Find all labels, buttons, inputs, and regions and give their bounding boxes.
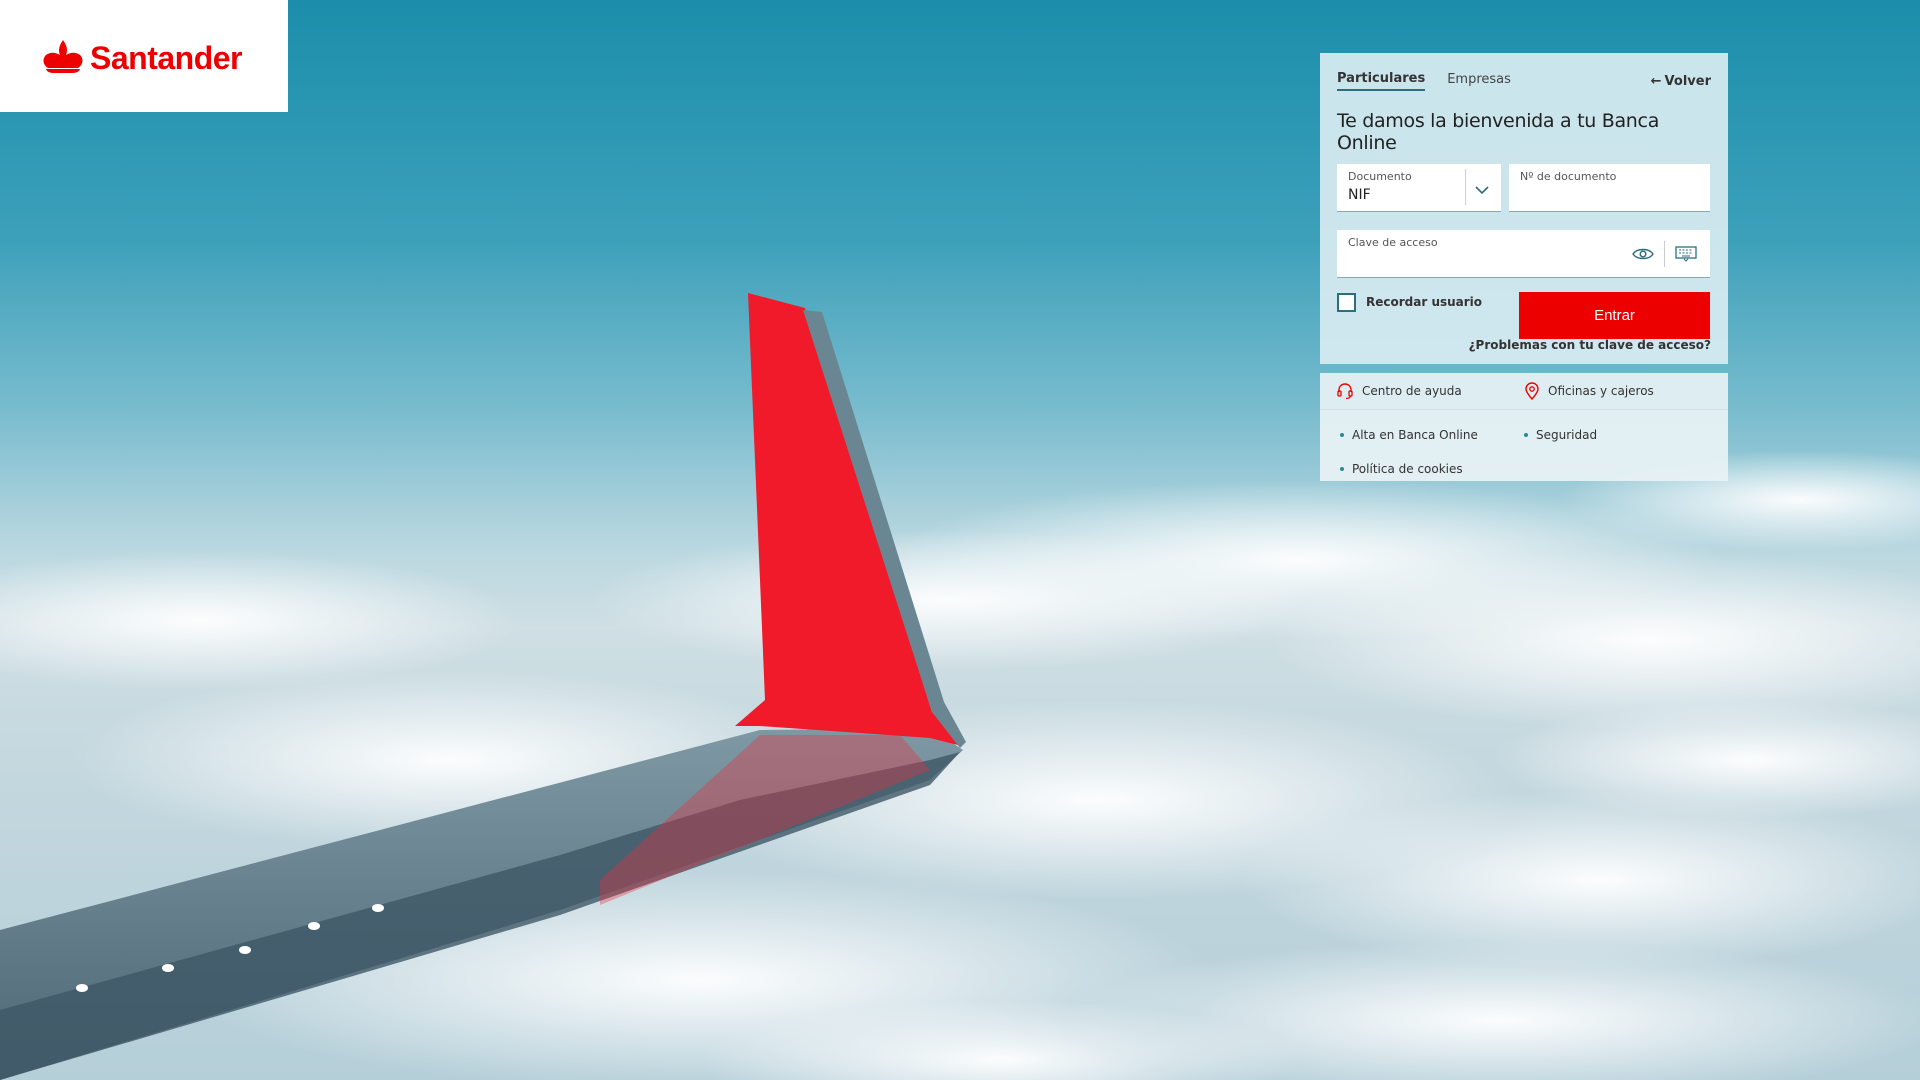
arrow-left-icon: ← — [1650, 73, 1662, 89]
remember-user[interactable]: Recordar usuario — [1337, 292, 1482, 312]
offices-link[interactable]: Oficinas y cajeros — [1508, 382, 1696, 400]
location-pin-icon — [1525, 382, 1539, 400]
document-type-value: NIF — [1348, 187, 1371, 203]
remember-label: Recordar usuario — [1366, 295, 1483, 309]
brand-name: Santander — [90, 39, 242, 76]
chevron-down-icon — [1475, 186, 1489, 195]
tab-empresas[interactable]: Empresas — [1447, 72, 1511, 90]
headset-icon — [1337, 383, 1353, 400]
bullet-icon — [1340, 467, 1344, 471]
back-link[interactable]: ← Volver — [1651, 74, 1711, 89]
document-type-select[interactable]: Documento NIF — [1337, 164, 1501, 212]
santander-flame-icon — [43, 40, 83, 73]
tab-particulares[interactable]: Particulares — [1337, 71, 1426, 91]
help-center-label: Centro de ayuda — [1362, 384, 1462, 398]
login-tabs: Particulares Empresas ← Volver — [1337, 69, 1711, 93]
document-number-field[interactable]: Nº de documento — [1509, 164, 1710, 212]
help-panel: Centro de ayuda Oficinas y cajeros Alta … — [1320, 373, 1728, 481]
icon-divider — [1664, 240, 1665, 267]
link-label: Alta en Banca Online — [1352, 428, 1478, 442]
link-alta-banca-online[interactable]: Alta en Banca Online — [1320, 428, 1508, 442]
document-number-label: Nº de documento — [1520, 170, 1617, 183]
logo-block[interactable]: Santander — [0, 0, 288, 112]
password-problems-link[interactable]: ¿Problemas con tu clave de acceso? — [1469, 338, 1711, 352]
select-divider — [1465, 169, 1466, 205]
link-label: Seguridad — [1536, 428, 1598, 442]
eye-icon[interactable] — [1630, 244, 1656, 264]
remember-checkbox[interactable] — [1337, 292, 1356, 312]
enter-button[interactable]: Entrar — [1519, 292, 1710, 339]
back-label: Volver — [1664, 73, 1711, 89]
document-type-label: Documento — [1348, 170, 1412, 183]
welcome-title: Te damos la bienvenida a tu Banca Online — [1337, 110, 1660, 154]
link-seguridad[interactable]: Seguridad — [1508, 428, 1696, 442]
bullet-icon — [1524, 433, 1528, 437]
password-field[interactable]: Clave de acceso — [1337, 230, 1710, 278]
bullet-icon — [1340, 433, 1344, 437]
password-label: Clave de acceso — [1348, 236, 1438, 249]
link-cookies[interactable]: Política de cookies — [1320, 462, 1508, 476]
link-label: Política de cookies — [1352, 462, 1463, 476]
login-panel: Particulares Empresas ← Volver Te damos … — [1320, 53, 1728, 364]
offices-label: Oficinas y cajeros — [1548, 384, 1654, 398]
keyboard-icon[interactable] — [1673, 244, 1699, 264]
help-center-link[interactable]: Centro de ayuda — [1320, 382, 1508, 400]
